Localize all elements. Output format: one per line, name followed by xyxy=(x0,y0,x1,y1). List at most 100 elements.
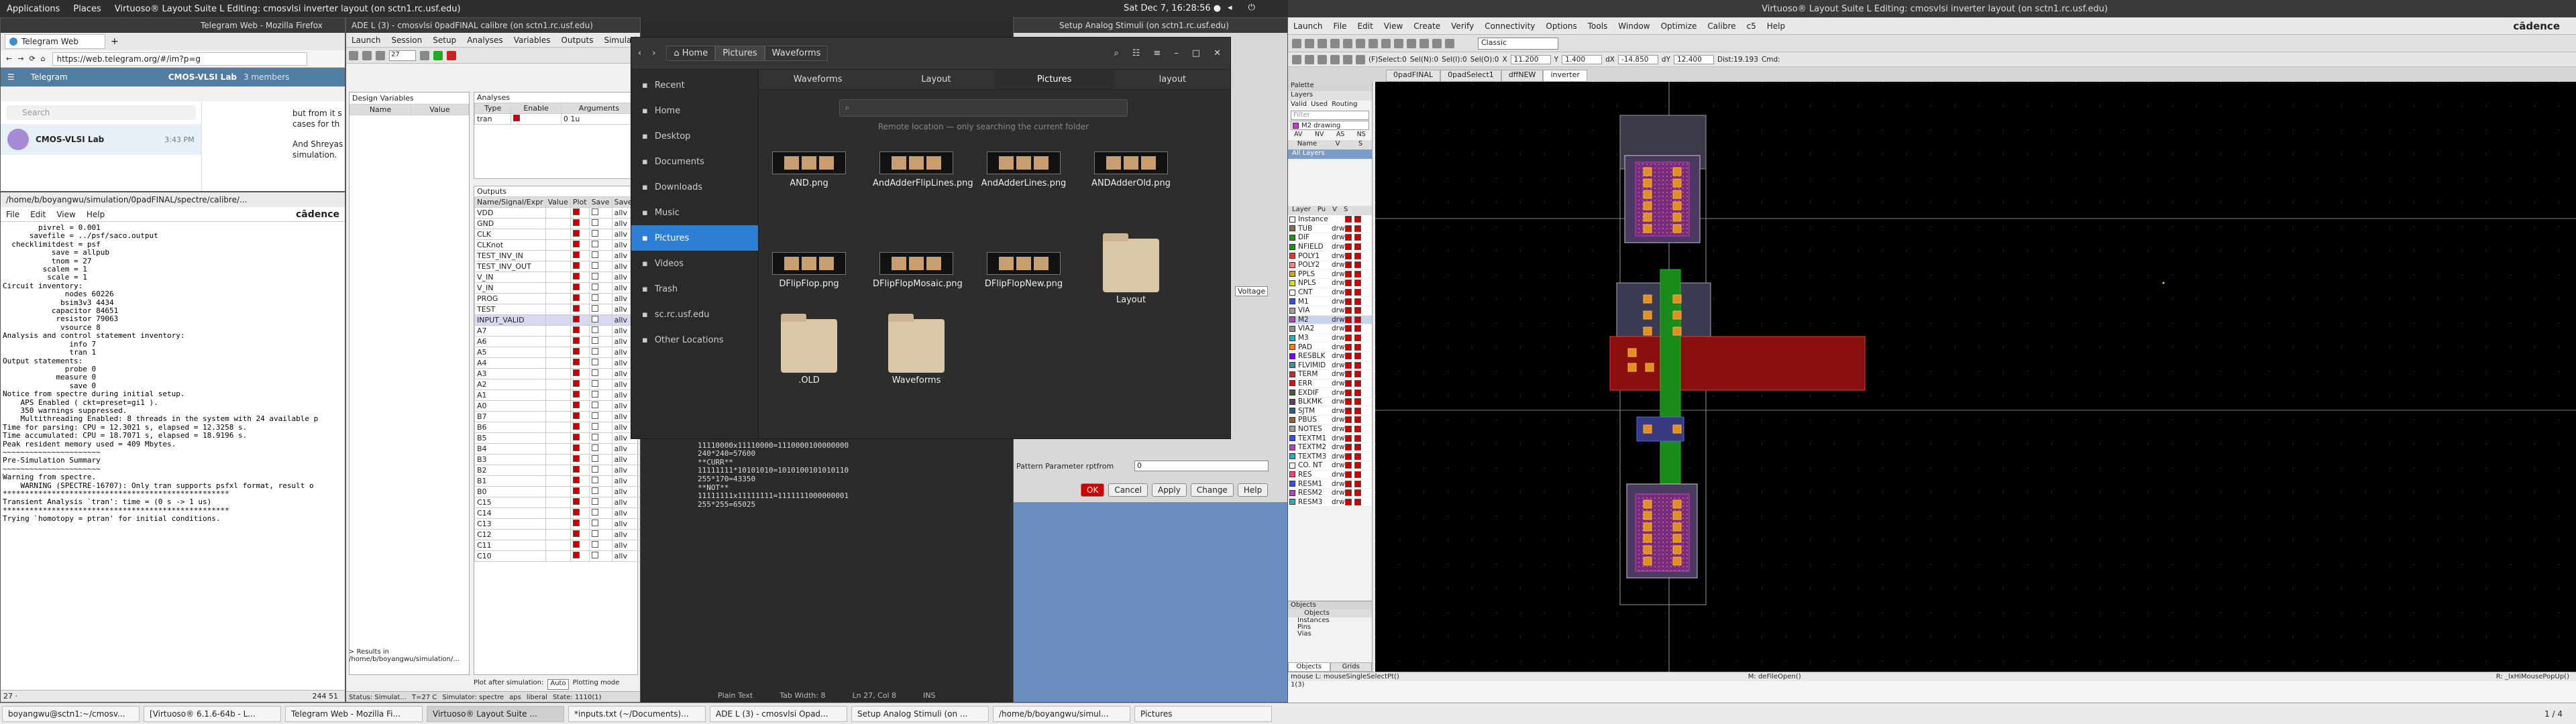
chat-title[interactable]: CMOS-VLSI Lab xyxy=(168,72,237,82)
file-item[interactable]: DFlipFlop.png xyxy=(765,252,853,289)
output-plot-checkbox[interactable] xyxy=(570,304,590,315)
pattern-param-field[interactable]: 0 xyxy=(1134,461,1269,471)
layer-visible-checkbox[interactable] xyxy=(1345,379,1352,387)
ade-menu-session[interactable]: Session xyxy=(386,36,427,45)
layer-row[interactable]: PBUS drw xyxy=(1288,416,1372,425)
system-tray-icons[interactable]: ◂ ⏻ xyxy=(1221,3,1269,13)
output-row[interactable]: B1 allv xyxy=(474,475,640,487)
move-icon[interactable] xyxy=(1381,38,1391,48)
output-plot-checkbox[interactable] xyxy=(570,229,590,240)
output-save-checkbox[interactable] xyxy=(588,304,612,315)
output-row[interactable]: B6 allv xyxy=(474,422,640,433)
layer-visible-checkbox[interactable] xyxy=(1345,289,1352,296)
sidebar-item-home[interactable]: ▪ Home xyxy=(631,98,758,123)
home-icon[interactable]: ⌂ xyxy=(41,54,46,63)
layer-visible-checkbox[interactable] xyxy=(1345,398,1352,406)
layer-row[interactable]: FLVIMID drw xyxy=(1288,361,1372,371)
taskbar-item[interactable]: *inputs.txt (~/Documents)... xyxy=(568,705,706,722)
output-plot-checkbox[interactable] xyxy=(570,293,590,304)
all-layers-row[interactable]: All Layers xyxy=(1288,149,1372,159)
output-save-checkbox[interactable] xyxy=(588,389,612,401)
files-tab-waveforms[interactable]: Waveforms xyxy=(759,70,877,89)
output-save-checkbox[interactable] xyxy=(588,368,612,379)
plot-after-select[interactable]: Auto xyxy=(547,679,569,690)
select-mode-icon[interactable] xyxy=(1292,54,1301,64)
layer-visible-checkbox[interactable] xyxy=(1345,216,1352,223)
menu-create[interactable]: Create xyxy=(1408,21,1446,31)
layer-row[interactable]: TEXTM3 drw xyxy=(1288,452,1372,462)
layout-canvas[interactable] xyxy=(1375,82,2576,672)
layer-selectable-checkbox[interactable] xyxy=(1354,316,1361,323)
folder-item[interactable]: Waveforms xyxy=(873,314,960,385)
output-save-checkbox[interactable] xyxy=(588,239,612,251)
sidebar-item-videos[interactable]: ▪ Videos xyxy=(631,251,758,276)
layer-selectable-checkbox[interactable] xyxy=(1354,452,1361,460)
back-arrow-icon[interactable]: ‹ xyxy=(638,48,641,58)
output-plot-checkbox[interactable] xyxy=(570,218,590,229)
back-arrow-icon[interactable]: ← xyxy=(6,54,12,63)
telegram-tab[interactable]: Telegram Web xyxy=(5,34,105,49)
output-save-options[interactable]: allv xyxy=(611,518,640,530)
output-row[interactable]: V_IN allv xyxy=(474,272,640,283)
layer-visible-checkbox[interactable] xyxy=(1345,261,1352,269)
grids-tab[interactable]: Grids xyxy=(1330,662,1372,672)
layer-row[interactable]: RES drw xyxy=(1288,471,1372,480)
layout-drawing[interactable] xyxy=(1375,82,2576,672)
layer-row[interactable]: SJTM drw xyxy=(1288,406,1372,416)
taskbar-item[interactable]: ADE L (3) - cmosvlsi Opad... xyxy=(710,705,847,722)
sidebar-item-music[interactable]: ▪ Music xyxy=(631,200,758,225)
output-save-checkbox[interactable] xyxy=(588,432,612,444)
layer-selectable-checkbox[interactable] xyxy=(1354,480,1361,487)
layer-row[interactable]: M1 drw xyxy=(1288,297,1372,306)
undo-icon[interactable] xyxy=(1330,38,1340,48)
menu-launch[interactable]: Launch xyxy=(1288,21,1328,31)
save-icon[interactable] xyxy=(1318,38,1327,48)
hamburger-menu-icon[interactable]: ☰ xyxy=(7,72,15,82)
output-row[interactable]: C14 allv xyxy=(474,507,640,519)
output-save-checkbox[interactable] xyxy=(588,357,612,369)
output-row[interactable]: B2 allv xyxy=(474,465,640,476)
layer-row[interactable]: M3 drw xyxy=(1288,334,1372,343)
cancel-button[interactable]: Cancel xyxy=(1108,483,1148,497)
layer-filter-input[interactable]: Filter xyxy=(1291,111,1369,120)
minimize-icon[interactable]: – xyxy=(1174,48,1179,58)
layer-visible-checkbox[interactable] xyxy=(1345,471,1352,478)
zoom-out-icon[interactable] xyxy=(1419,38,1429,48)
output-plot-checkbox[interactable] xyxy=(570,357,590,369)
output-row[interactable]: A2 allv xyxy=(474,379,640,390)
output-save-options[interactable]: allv xyxy=(611,443,640,455)
output-plot-checkbox[interactable] xyxy=(570,250,590,261)
output-row[interactable]: V_IN allv xyxy=(474,282,640,294)
url-bar[interactable]: https://web.telegram.org/#/im?p=g xyxy=(52,52,307,66)
layer-selectable-checkbox[interactable] xyxy=(1354,434,1361,442)
waveforms-crumb[interactable]: Waveforms xyxy=(764,46,828,61)
output-save-checkbox[interactable] xyxy=(588,347,612,358)
layer-visible-checkbox[interactable] xyxy=(1345,225,1352,232)
table-row[interactable]: tran 0 1u xyxy=(474,113,638,125)
output-plot-checkbox[interactable] xyxy=(570,325,590,337)
maximize-icon[interactable]: □ xyxy=(1192,48,1200,58)
layer-visible-checkbox[interactable] xyxy=(1345,407,1352,414)
stretch-icon[interactable] xyxy=(1356,38,1365,48)
home-crumb[interactable]: ⌂ Home xyxy=(666,46,716,61)
output-row[interactable]: A5 allv xyxy=(474,347,640,358)
netlist-icon[interactable] xyxy=(420,50,429,60)
layer-visible-checkbox[interactable] xyxy=(1345,425,1352,432)
output-save-checkbox[interactable] xyxy=(588,411,612,422)
layer-visible-checkbox[interactable] xyxy=(1345,316,1352,323)
output-plot-checkbox[interactable] xyxy=(570,497,590,508)
layer-selectable-checkbox[interactable] xyxy=(1354,270,1361,278)
output-save-options[interactable]: allv xyxy=(611,540,640,551)
layer-row[interactable]: ERR drw xyxy=(1288,379,1372,389)
layer-visible-checkbox[interactable] xyxy=(1345,234,1352,241)
output-save-checkbox[interactable] xyxy=(588,207,612,219)
layer-selectable-checkbox[interactable] xyxy=(1354,425,1361,432)
layer-row[interactable]: NFIELD drw xyxy=(1288,243,1372,252)
file-item[interactable]: AndAdderFlipLines.png xyxy=(873,152,973,188)
layer-visible-checkbox[interactable] xyxy=(1345,452,1352,460)
output-save-checkbox[interactable] xyxy=(588,475,612,487)
sidebar-item-trash[interactable]: ▪ Trash xyxy=(631,276,758,302)
search-icon[interactable]: ⌕ xyxy=(1114,48,1118,58)
cellview-tab[interactable]: 0padFINAL xyxy=(1386,70,1441,82)
open-icon[interactable] xyxy=(362,50,372,60)
